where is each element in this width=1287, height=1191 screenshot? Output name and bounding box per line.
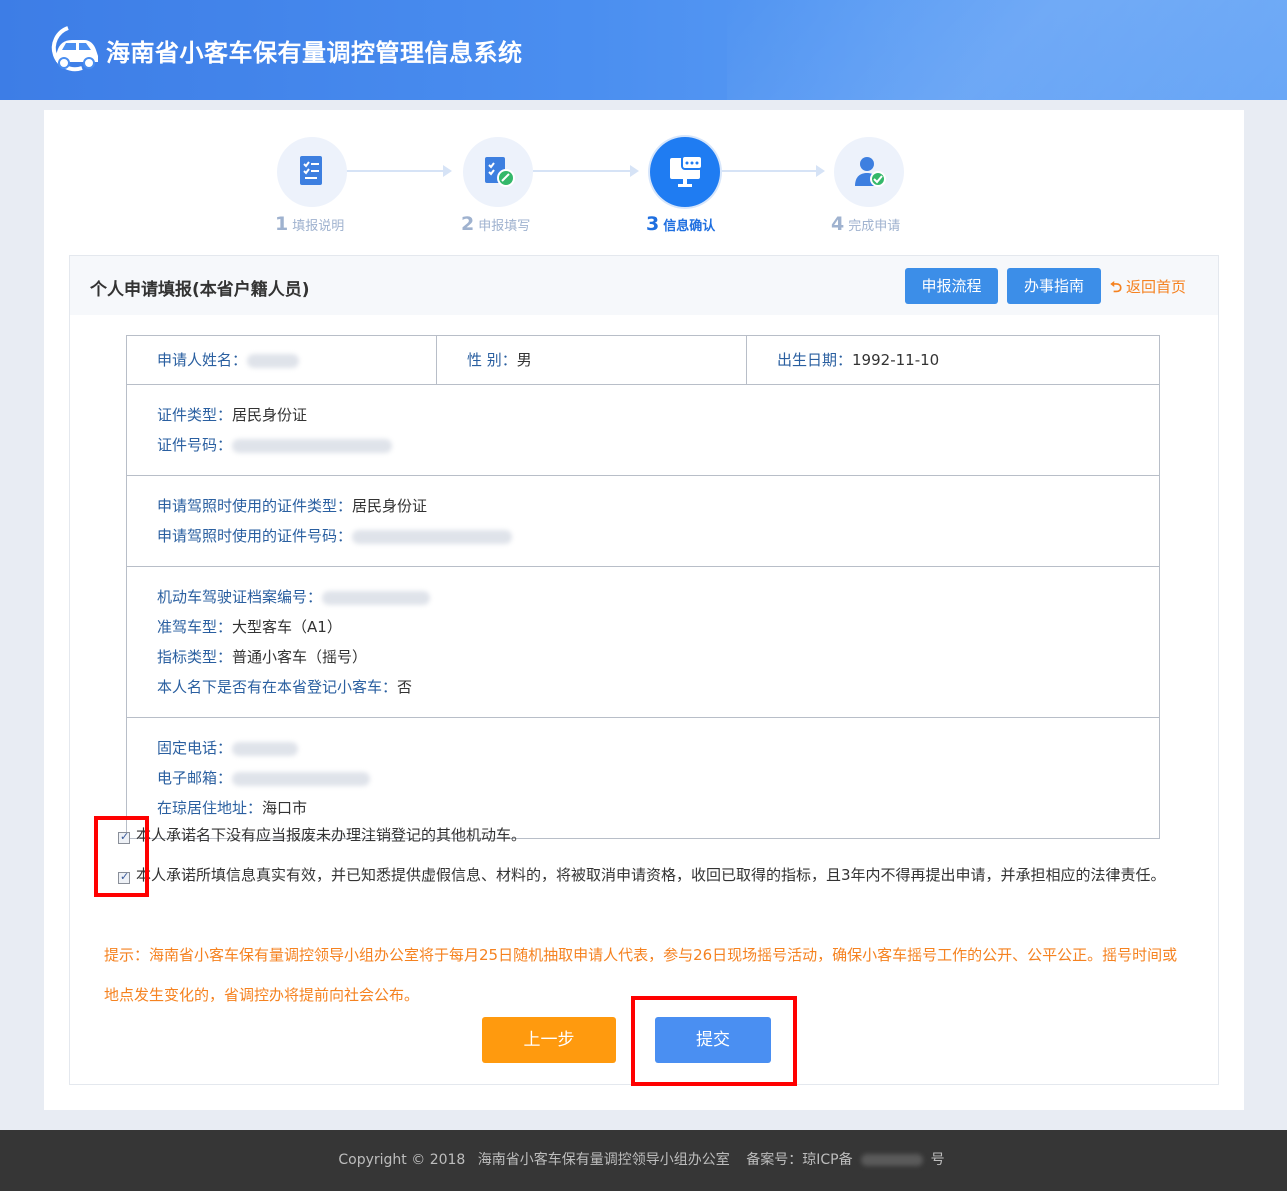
prev-step-button[interactable]: 上一步 — [482, 1017, 616, 1063]
return-arrow-icon: ⮌ — [1110, 278, 1123, 296]
step-2-circle — [463, 137, 533, 207]
info-section-license: 机动车驾驶证档案编号： 准驾车型：大型客车（A1） 指标类型：普通小客车（摇号）… — [127, 567, 1159, 718]
site-footer: Copyright © 2018 海南省小客车保有量调控领导小组办公室 备案号：… — [0, 1130, 1287, 1191]
step-3-label: 3 信息确认 — [646, 213, 716, 235]
redacted-phone — [232, 741, 299, 756]
car-logo-icon — [51, 26, 98, 72]
agreement-2-text: 本人承诺所填信息真实有效，并已知悉提供虚假信息、材料的，将被取消申请资格，收回已… — [136, 866, 1166, 884]
footer-icp: 备案号：琼ICP备号 — [746, 1152, 945, 1168]
info-table: 申请人姓名： 性 别：男 出生日期：1992-11-10 证件类型：居民身份证 … — [126, 335, 1160, 839]
process-button[interactable]: 申报流程 — [905, 268, 998, 304]
step-connector — [533, 165, 639, 177]
site-header: 海南省小客车保有量调控管理信息系统 — [0, 0, 1287, 100]
step-connector — [719, 165, 825, 177]
info-row-basic: 申请人姓名： 性 别：男 出生日期：1992-11-10 — [127, 336, 1159, 385]
main-card: 1 填报说明 2 申报填写 3 信息确认 4 完成申请 个人申请填报(本省户籍人员) 申… — [44, 110, 1244, 1110]
step-connector — [346, 165, 452, 177]
redacted-email — [232, 771, 371, 786]
info-section-id: 证件类型：居民身份证 证件号码： — [127, 385, 1159, 476]
footer-copyright: Copyright © 2018 — [338, 1152, 466, 1168]
step-2-label: 2 申报填写 — [461, 213, 531, 235]
step-4-circle — [834, 137, 904, 207]
monitor-chat-icon — [670, 155, 703, 187]
gender-cell: 性 别：男 — [437, 336, 747, 384]
step-4-label: 4 完成申请 — [831, 213, 901, 235]
agreement-1-text: 本人承诺名下没有应当报废未办理注销登记的其他机动车。 — [136, 826, 527, 844]
highlight-submit — [631, 996, 797, 1086]
name-cell: 申请人姓名： — [127, 336, 437, 384]
redacted-file-number — [322, 590, 431, 605]
step-1-circle — [277, 137, 347, 207]
birth-cell: 出生日期：1992-11-10 — [777, 351, 940, 369]
panel-title: 个人申请填报(本省户籍人员) — [90, 280, 310, 300]
header-decoration — [727, 0, 1287, 100]
back-home-link[interactable]: ⮌ 返回首页 — [1110, 276, 1186, 302]
redacted-icp-number — [860, 1154, 923, 1166]
panel-header: 个人申请填报(本省户籍人员) 申报流程 办事指南 ⮌ 返回首页 — [70, 256, 1218, 315]
redacted-id-number — [232, 438, 393, 453]
footer-org: 海南省小客车保有量调控领导小组办公室 — [477, 1152, 730, 1168]
step-1-label: 1 填报说明 — [275, 213, 345, 235]
redacted-name — [247, 353, 300, 368]
site-title: 海南省小客车保有量调控管理信息系统 — [106, 39, 523, 67]
guide-button[interactable]: 办事指南 — [1007, 268, 1101, 304]
checklist-icon — [300, 156, 322, 185]
highlight-checkboxes — [94, 816, 149, 897]
info-section-license-id: 申请驾照时使用的证件类型：居民身份证 申请驾照时使用的证件号码： — [127, 476, 1159, 567]
user-check-icon — [855, 157, 886, 187]
redacted-license-id-number — [352, 529, 513, 544]
edit-checklist-icon — [485, 157, 515, 187]
step-3-circle — [650, 137, 720, 207]
